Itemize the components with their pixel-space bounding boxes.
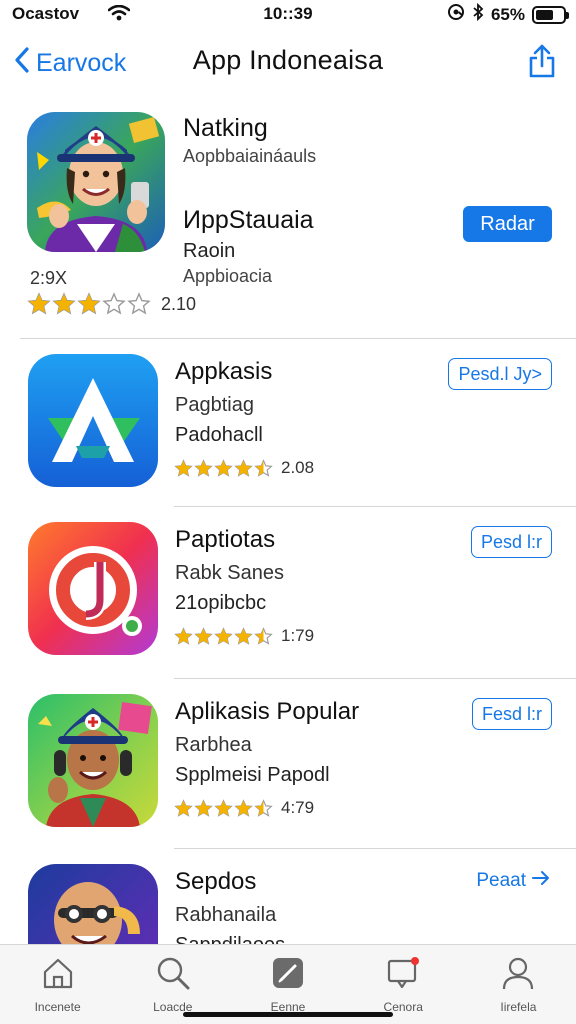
get-button[interactable]: Pesd l:r — [470, 526, 552, 558]
tab-label: Incenete — [34, 1000, 81, 1014]
app-rating: 4:79 — [174, 798, 314, 818]
star-icon — [234, 458, 253, 477]
list-item[interactable]: Paptiotas Rabk Sanes 21opibcbc 1:79 Pesd… — [0, 508, 576, 676]
app-name: Appkasis — [175, 358, 273, 385]
app-developer: Rarbhea — [175, 734, 252, 756]
star-icon — [194, 626, 213, 645]
featured-get-button[interactable]: Radar — [463, 206, 552, 242]
avatar-headphones-icon — [28, 694, 158, 827]
star-icon — [174, 626, 193, 645]
featured-app-category: Appbioacia — [183, 266, 273, 286]
featured-app-rating: 2.10 — [27, 292, 196, 316]
status-bar: Ocastov 10::39 65% — [0, 0, 576, 30]
get-button-label: Peaat — [476, 870, 526, 891]
app-name: Aplikasis Popular — [175, 698, 360, 725]
app-developer: Pagbtiag — [175, 394, 254, 416]
get-button[interactable]: Fesd l:r — [471, 698, 552, 730]
status-right: 65% — [447, 2, 569, 26]
star-icon — [174, 458, 193, 477]
star-icon — [194, 798, 213, 817]
divider — [20, 338, 576, 339]
share-button[interactable] — [528, 44, 556, 83]
app-category: Spplmeisi Papodl — [175, 764, 330, 786]
home-indicator — [183, 1012, 393, 1017]
app-name: Paptiotas — [175, 526, 276, 553]
star-icon — [27, 292, 51, 315]
star-icon — [127, 292, 151, 315]
featured-app-subtitle: Aopbbaiaináauls — [183, 146, 317, 166]
star-icon — [254, 798, 273, 817]
navigation-bar: Earvock App Indoneaisa — [0, 30, 576, 96]
star-icon — [234, 798, 253, 817]
app-rating: 1:79 — [174, 626, 314, 646]
share-icon — [529, 44, 555, 78]
star-icon — [214, 626, 233, 645]
featured-app-title: ИppStauaia — [183, 206, 314, 234]
pen-icon — [270, 955, 306, 996]
app-developer: Rabhanaila — [175, 904, 277, 926]
list-item[interactable]: Appkasis Pagbtiag Padohacll 2.08 Pesd.l … — [0, 340, 576, 508]
star-icon — [174, 798, 193, 817]
star-rating — [27, 292, 151, 316]
star-icon — [77, 292, 101, 315]
message-icon — [385, 955, 421, 996]
rating-count: 2.08 — [281, 458, 315, 477]
star-icon — [52, 292, 76, 315]
app-name: Sepdos — [175, 868, 257, 895]
tab-profile[interactable]: Iirefela — [461, 945, 576, 1024]
star-icon — [254, 458, 273, 477]
star-icon — [194, 458, 213, 477]
star-rating — [174, 798, 273, 818]
featured-app[interactable]: Natking Aopbbaiaináauls ИppStauaia Raoin… — [0, 96, 576, 338]
star-rating — [174, 458, 273, 478]
at-sign-icon — [447, 3, 465, 26]
star-icon — [214, 458, 233, 477]
app-category: Padohacll — [175, 424, 263, 446]
search-icon — [155, 955, 191, 996]
avatar-helmet-icon — [27, 112, 165, 252]
tab-label: Iirefela — [500, 1000, 537, 1014]
arrow-right-icon — [532, 870, 550, 892]
rating-count: 4:79 — [281, 798, 315, 817]
rating-count: 2.10 — [161, 293, 197, 314]
battery-level — [536, 9, 553, 20]
star-icon — [234, 626, 253, 645]
app-category: 21opibcbc — [175, 592, 267, 614]
divider — [174, 848, 576, 849]
app-rating: 2.08 — [174, 458, 314, 478]
page-title: App Indoneaisa — [192, 45, 384, 75]
list-item[interactable]: Aplikasis Popular Rarbhea Spplmeisi Papo… — [0, 680, 576, 848]
divider — [174, 678, 576, 679]
get-button[interactable]: Peaat — [476, 870, 550, 892]
house-icon — [40, 955, 76, 996]
featured-app-size: 2:9X — [30, 268, 68, 288]
get-button[interactable]: Pesd.l Jy> — [448, 358, 552, 390]
battery-percent: 65% — [490, 4, 525, 24]
battery-icon — [532, 5, 569, 24]
featured-app-developer: Raoin — [183, 240, 236, 262]
star-icon — [214, 798, 233, 817]
app-developer: Rabk Sanes — [175, 562, 284, 584]
triangle-a-logo-icon — [28, 354, 158, 487]
rating-count: 1:79 — [281, 626, 315, 645]
person-icon — [500, 955, 536, 996]
star-icon — [254, 626, 273, 645]
star-icon — [102, 292, 126, 315]
bluetooth-icon — [472, 2, 484, 26]
star-rating — [174, 626, 273, 646]
tab-home[interactable]: Incenete — [0, 945, 115, 1024]
divider — [174, 506, 576, 507]
featured-app-name: Natking — [183, 114, 268, 142]
ring-j-logo-icon — [28, 522, 158, 655]
